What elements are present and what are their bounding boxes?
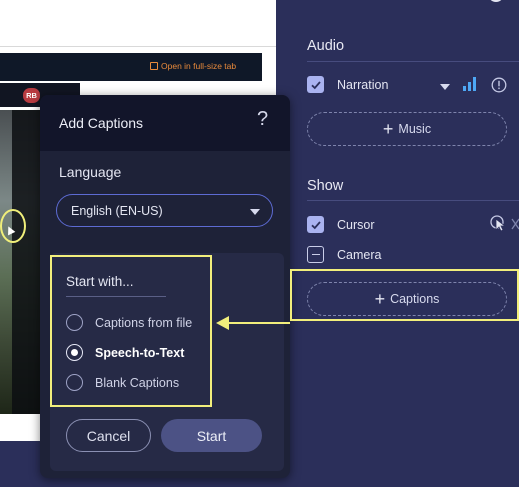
narration-checkbox[interactable] (307, 76, 324, 93)
narration-label: Narration (337, 78, 389, 92)
show-section-title: Show (307, 178, 344, 194)
language-select[interactable]: English (EN-US) (56, 194, 273, 227)
language-value: English (EN-US) (71, 204, 163, 218)
narration-dropdown-caret-icon[interactable] (440, 84, 450, 90)
cancel-button[interactable]: Cancel (66, 419, 151, 452)
open-full-tab-link[interactable]: Open in full-size tab (150, 61, 236, 71)
info-icon[interactable] (491, 77, 507, 93)
language-label: Language (59, 164, 122, 180)
cursor-settings-icon[interactable] (490, 215, 508, 233)
highlight-box-start-with (50, 255, 212, 407)
annotation-arrow-line (228, 322, 290, 324)
dialog-title: Add Captions (59, 115, 144, 131)
help-icon[interactable]: ? (257, 108, 268, 131)
audio-divider (307, 61, 519, 62)
cursor-checkbox[interactable] (307, 216, 324, 233)
cursor-label: Cursor (337, 218, 375, 232)
minus-icon (311, 253, 320, 256)
avatar[interactable]: RB (23, 88, 40, 103)
settings-panel: Audio Narration + Music Show Cursor Came… (276, 0, 519, 487)
video-overlay (12, 110, 40, 414)
audio-section-title: Audio (307, 38, 345, 54)
camera-label: Camera (337, 248, 382, 262)
plus-icon: + (382, 119, 394, 139)
annotation-arrow-head-icon (216, 316, 229, 330)
audio-level-icon (463, 77, 476, 91)
start-button[interactable]: Start (161, 419, 262, 452)
checkmark-icon (310, 80, 321, 89)
show-divider (307, 200, 519, 201)
external-link-icon (150, 62, 158, 70)
add-music-button[interactable]: + Music (307, 112, 507, 146)
camera-checkbox[interactable] (307, 246, 324, 263)
highlight-box-captions (290, 269, 519, 321)
close-icon[interactable] (510, 217, 519, 231)
checkmark-icon (310, 220, 321, 229)
add-music-label: Music (398, 122, 432, 136)
dropdown-caret-icon (250, 209, 260, 215)
open-full-tab-label: Open in full-size tab (161, 61, 237, 71)
divider (0, 46, 276, 47)
record-indicator-icon (490, 0, 502, 2)
